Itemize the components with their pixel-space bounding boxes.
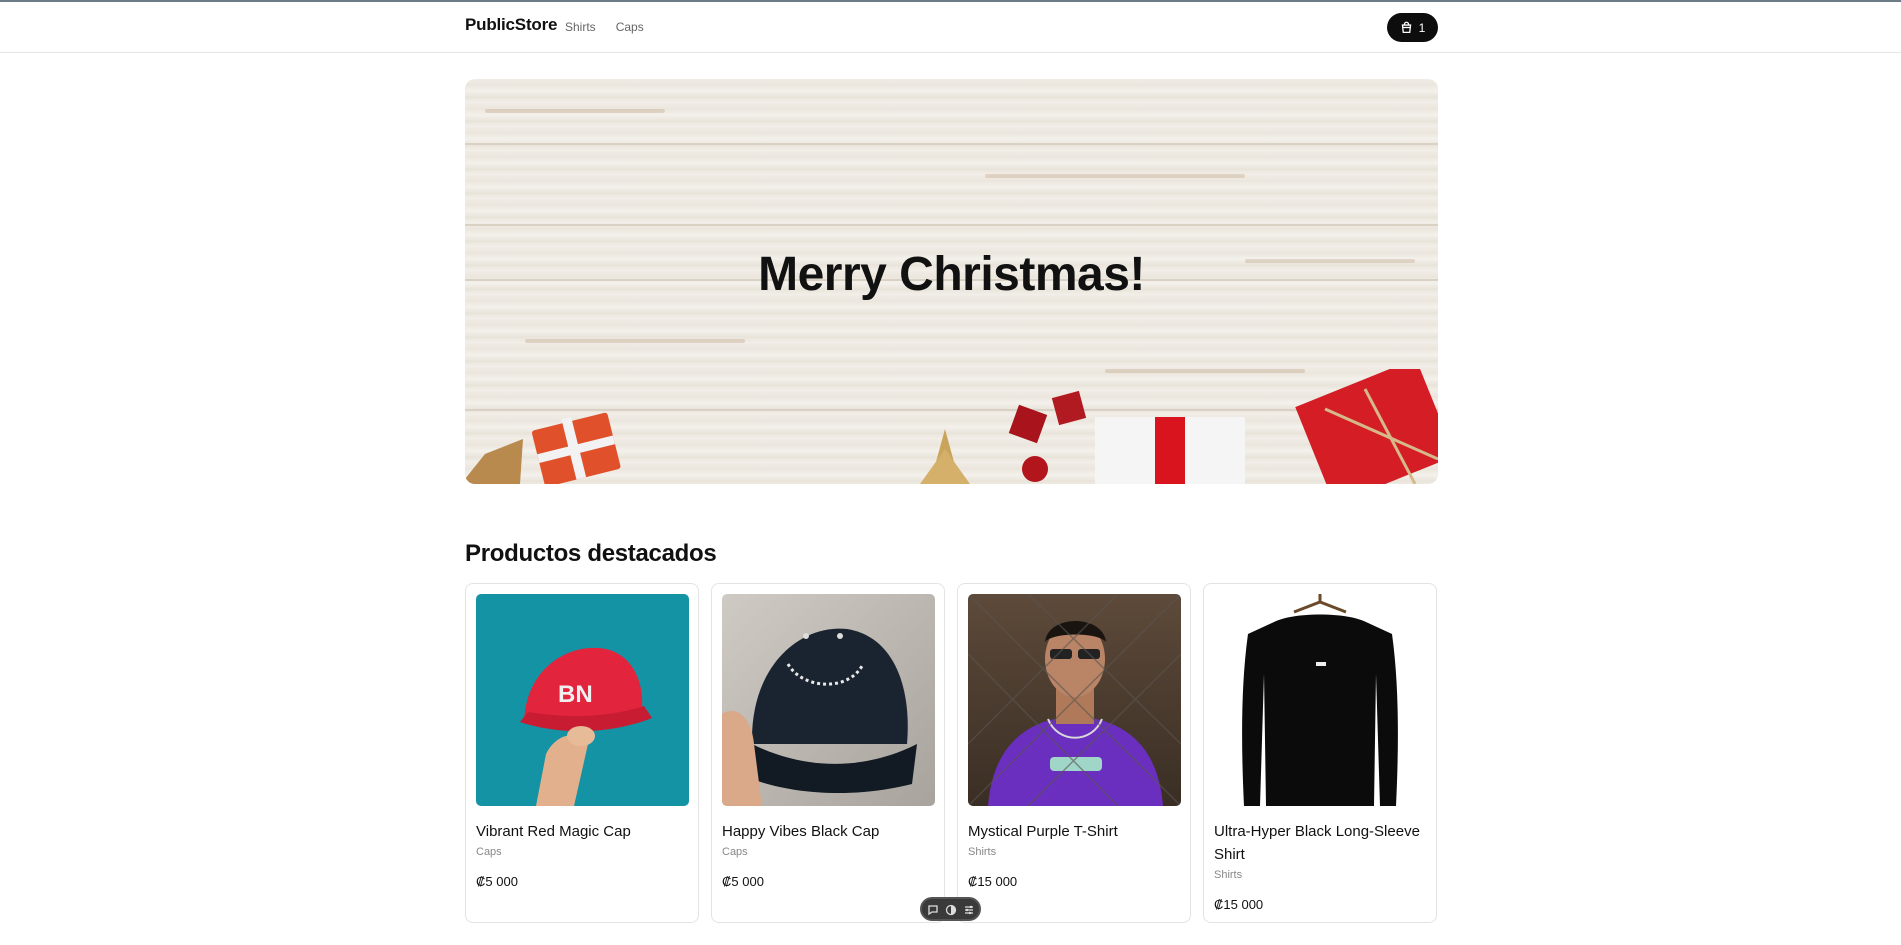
product-card[interactable]: Mystical Purple T-Shirt Shirts ₡15 000 [957,583,1191,923]
product-name[interactable]: Mystical Purple T-Shirt [968,820,1178,843]
section-title: Productos destacados [465,540,717,567]
product-name[interactable]: Happy Vibes Black Cap [722,820,932,843]
main-nav: Shirts Caps [565,20,644,34]
product-price: ₡15 000 [968,874,1018,889]
theme-toggle-icon[interactable] [945,903,957,916]
product-name[interactable]: Ultra-Hyper Black Long-Sleeve Shirt [1214,820,1424,866]
wood-plank-line [465,143,1438,145]
product-card[interactable]: BN Vibrant Red Magic Cap Caps ₡5 000 [465,583,699,923]
product-grid: BN Vibrant Red Magic Cap Caps ₡5 000 Hap… [465,583,1438,923]
product-category: Shirts [968,846,997,858]
product-category: Caps [722,846,748,858]
cart-button[interactable]: 1 [1387,13,1438,42]
christmas-decorations [465,369,1438,484]
product-category: Shirts [1214,869,1243,881]
svg-text:BN: BN [558,681,593,708]
wood-plank-line [465,224,1438,226]
brand-logo[interactable]: PublicStore [465,15,557,35]
cart-count: 1 [1418,20,1426,35]
product-image[interactable] [968,594,1181,806]
product-image[interactable] [1214,594,1427,806]
floating-toolbar [920,897,981,921]
product-price: ₡15 000 [1214,897,1264,912]
shopping-bag-icon [1401,21,1411,34]
product-image[interactable] [722,594,935,806]
product-price: ₡5 000 [476,874,518,889]
hero-title: Merry Christmas! [758,248,1145,301]
nav-item-shirts[interactable]: Shirts [565,20,596,34]
site-header: PublicStore Shirts Caps 1 [0,2,1901,53]
product-card[interactable]: Happy Vibes Black Cap Caps ₡5 000 [711,583,945,923]
chat-icon[interactable] [927,903,939,916]
wood-grain [985,174,1245,178]
hero-banner: Merry Christmas! [465,79,1438,484]
settings-icon[interactable] [963,903,975,915]
product-category: Caps [476,846,502,858]
product-card[interactable]: Ultra-Hyper Black Long-Sleeve Shirt Shir… [1203,583,1437,923]
product-image[interactable]: BN [476,594,689,806]
nav-item-caps[interactable]: Caps [616,20,644,34]
wood-grain [525,339,745,343]
product-price: ₡5 000 [722,874,764,889]
wood-grain [485,109,665,113]
product-name[interactable]: Vibrant Red Magic Cap [476,820,686,843]
